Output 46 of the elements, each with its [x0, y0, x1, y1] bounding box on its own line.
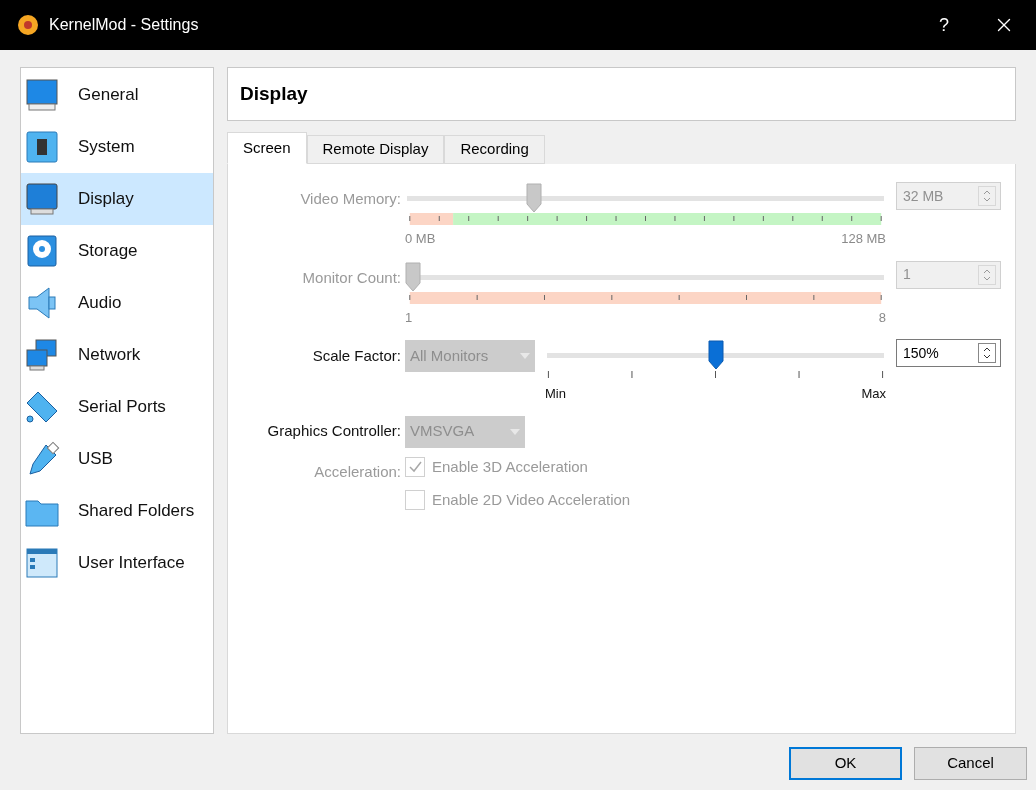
spin-arrows-icon[interactable] — [978, 343, 996, 363]
field-label: Acceleration: — [313, 461, 402, 482]
sidebar-item[interactable]: Display — [21, 173, 213, 225]
spin-box[interactable]: 150% — [896, 339, 1001, 367]
field-label: Graphics Controller: — [266, 421, 402, 442]
dialog-button[interactable]: OK — [789, 747, 902, 780]
sidebar-item[interactable]: Audio — [21, 277, 213, 329]
checkbox-label: Enable 2D Video Acceleration — [432, 490, 631, 510]
dialog-button[interactable]: Cancel — [914, 747, 1027, 780]
slider[interactable] — [545, 340, 886, 370]
sidebar-item[interactable]: System — [21, 121, 213, 173]
slider[interactable] — [405, 261, 886, 292]
serial-port-icon — [24, 389, 60, 425]
monitor-icon — [24, 181, 60, 217]
tab[interactable]: Screen — [227, 132, 307, 164]
window-title: KernelMod - Settings — [49, 15, 199, 35]
range-min-label: 1 — [405, 308, 413, 327]
network-icon — [24, 337, 60, 373]
chip-icon — [24, 129, 60, 165]
range-max-label: Max — [861, 385, 886, 403]
dropdown-arrow-icon — [510, 428, 520, 435]
sidebar-item[interactable]: Storage — [21, 225, 213, 277]
field-label: Scale Factor: — [311, 346, 402, 366]
sidebar-item[interactable]: Serial Ports — [21, 381, 213, 433]
field-label: Monitor Count: — [301, 267, 402, 288]
range-max-label: 128 MB — [841, 230, 886, 248]
sidebar-item[interactable]: Shared Folders — [21, 485, 213, 537]
checkbox-label: Enable 3D Acceleration — [432, 456, 588, 477]
range-min-label: Min — [545, 385, 566, 403]
sidebar-item[interactable]: User Interface — [21, 537, 213, 589]
sidebar-item[interactable]: Network — [21, 329, 213, 381]
dropdown-arrow-icon — [520, 353, 530, 359]
tab[interactable]: Remote Display — [306, 135, 445, 164]
slider[interactable] — [405, 183, 886, 213]
page-title: Display — [240, 81, 308, 106]
tab[interactable]: Recording — [444, 135, 545, 164]
slider-thumb[interactable] — [707, 340, 724, 370]
check-icon — [408, 459, 422, 474]
window-icon — [24, 545, 60, 581]
monitor-icon — [24, 77, 60, 113]
help-button[interactable]: ? — [929, 11, 959, 39]
range-min-label: 0 MB — [405, 230, 436, 248]
sidebar-item[interactable]: General — [21, 69, 213, 121]
sidebar-item[interactable]: USB — [21, 433, 213, 485]
range-max-label: 8 — [878, 308, 886, 327]
field-label: Video Memory: — [299, 189, 402, 209]
